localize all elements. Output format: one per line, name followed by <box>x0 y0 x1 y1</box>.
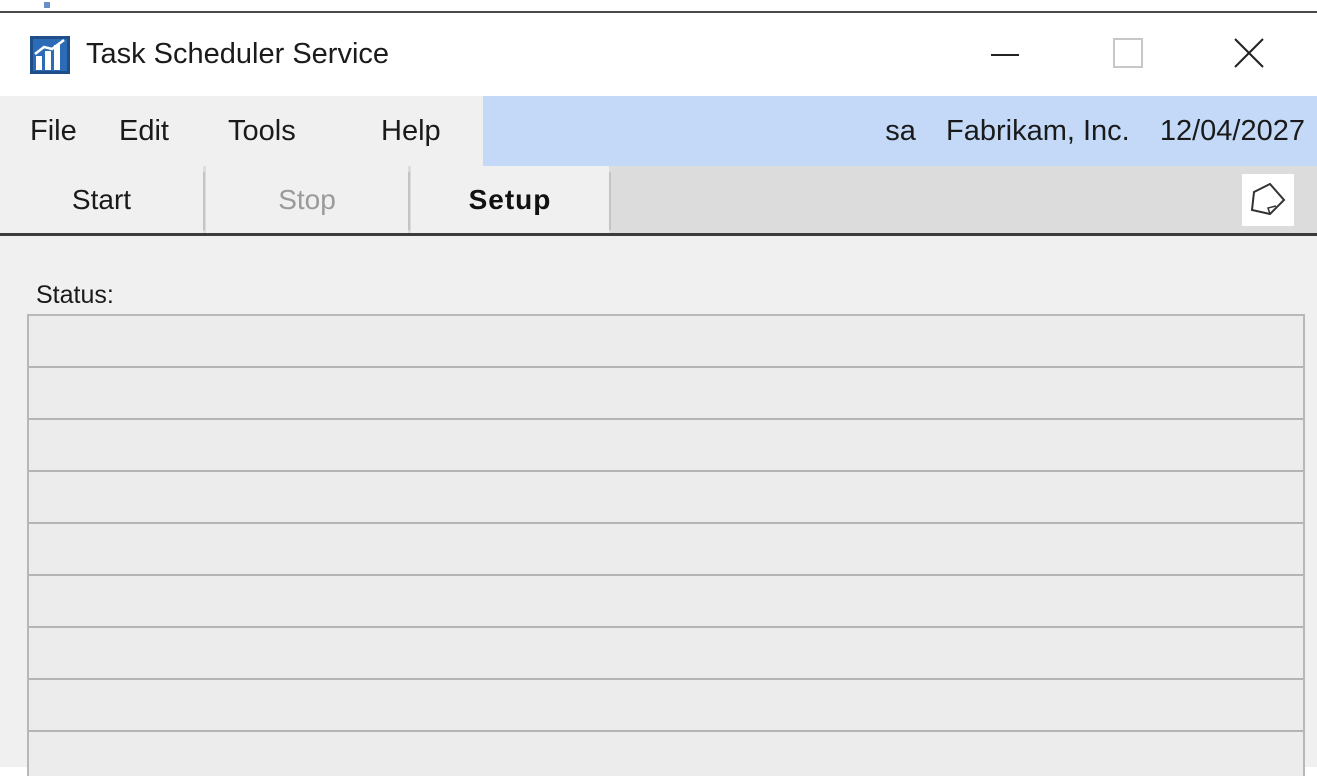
status-row[interactable] <box>29 368 1303 420</box>
status-row[interactable] <box>29 680 1303 732</box>
menu-bar: File Edit Tools Help sa Fabrikam, Inc. 1… <box>0 96 1317 166</box>
company-name[interactable]: Fabrikam, Inc. <box>946 115 1130 147</box>
window-top-edge <box>0 0 1317 13</box>
status-row[interactable] <box>29 628 1303 680</box>
status-row[interactable] <box>29 732 1303 776</box>
toolbar-divider <box>408 172 410 230</box>
menu-tools[interactable]: Tools <box>228 112 296 150</box>
status-row[interactable] <box>29 420 1303 472</box>
status-row[interactable] <box>29 524 1303 576</box>
stop-button[interactable]: Stop <box>206 166 408 233</box>
toolbar: Start Stop Setup <box>0 166 1317 236</box>
session-info: sa Fabrikam, Inc. 12/04/2027 <box>885 112 1305 150</box>
user-date[interactable]: 12/04/2027 <box>1160 115 1305 147</box>
window-title: Task Scheduler Service <box>86 38 390 70</box>
note-button[interactable] <box>1242 174 1294 226</box>
menu-help[interactable]: Help <box>381 112 441 150</box>
status-row[interactable] <box>29 316 1303 368</box>
minimize-icon <box>991 54 1019 56</box>
title-bar[interactable]: Task Scheduler Service <box>0 13 1317 96</box>
edge-mark <box>44 2 50 8</box>
menu-file[interactable]: File <box>30 112 77 150</box>
close-icon <box>1234 38 1264 68</box>
minimize-button[interactable] <box>955 13 1055 96</box>
status-row[interactable] <box>29 472 1303 524</box>
toolbar-divider <box>203 172 205 230</box>
user-id[interactable]: sa <box>885 115 916 147</box>
close-button[interactable] <box>1200 13 1300 96</box>
status-list[interactable] <box>27 314 1305 776</box>
note-icon <box>1250 182 1286 216</box>
menu-edit[interactable]: Edit <box>119 112 169 150</box>
maximize-icon <box>1113 38 1143 68</box>
bar-chart-icon <box>30 36 70 74</box>
main-content: Status: <box>0 236 1317 776</box>
maximize-button[interactable] <box>1080 13 1180 96</box>
start-button[interactable]: Start <box>0 166 203 233</box>
setup-button[interactable]: Setup <box>411 166 609 233</box>
status-row[interactable] <box>29 576 1303 628</box>
status-label: Status: <box>36 281 114 309</box>
toolbar-divider <box>609 172 611 230</box>
